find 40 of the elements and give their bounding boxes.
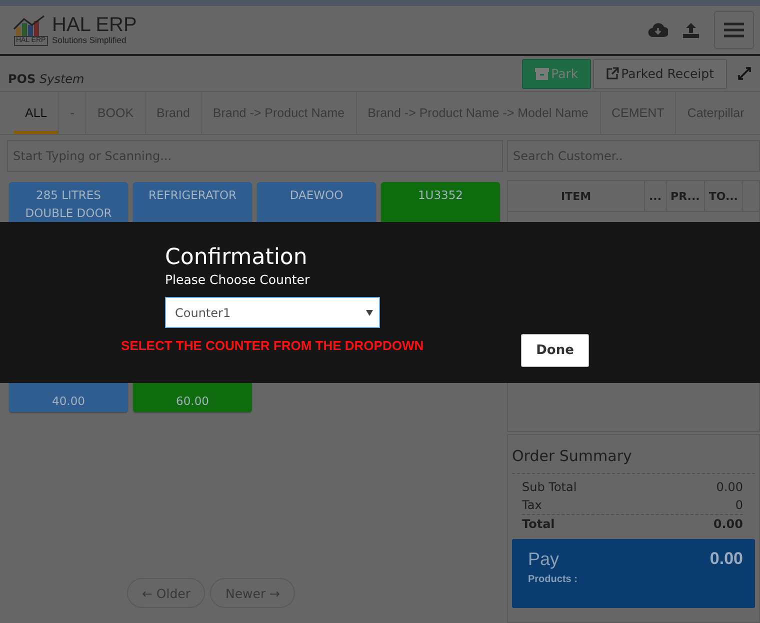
- summary-label: Total: [522, 516, 555, 533]
- parked-receipt-button[interactable]: Parked Receipt: [593, 58, 727, 88]
- pay-label: Pay: [528, 549, 560, 570]
- archive-icon: [535, 68, 550, 80]
- summary-title: Order Summary: [512, 435, 755, 474]
- logo-tagline: Solutions Simplified: [52, 35, 128, 45]
- error-message: SELECT THE COUNTER FROM THE DROPDOWN: [121, 338, 424, 353]
- menu-icon: [724, 22, 744, 38]
- cloud-download-icon[interactable]: [648, 22, 668, 38]
- pay-button[interactable]: Pay Products : 0.00: [512, 539, 755, 608]
- product-name: REFRIGERATOR: [148, 187, 236, 204]
- expand-icon[interactable]: [738, 67, 751, 80]
- menu-button[interactable]: [714, 11, 754, 49]
- logo-title: HAL ERP: [52, 15, 137, 35]
- summary-value: 0.00: [713, 516, 743, 533]
- dialog-subtitle: Please Choose Counter: [165, 272, 311, 288]
- product-price: 60.00: [176, 393, 209, 410]
- column-header[interactable]: ...: [644, 181, 666, 211]
- category-tab[interactable]: -: [58, 92, 86, 134]
- product-price: 40.00: [52, 393, 85, 410]
- page-title: POS System: [8, 72, 84, 86]
- product-name: 1U3352: [418, 187, 463, 204]
- counter-dropdown[interactable]: Counter1: [165, 297, 380, 328]
- summary-label: Tax: [522, 497, 542, 514]
- product-name: DAEWOO: [290, 187, 344, 204]
- park-button[interactable]: Park: [522, 58, 592, 88]
- summary-value: 0: [735, 497, 743, 514]
- external-link-icon: [606, 67, 620, 80]
- column-header[interactable]: PR...: [666, 181, 704, 211]
- pay-amount: 0.00: [710, 549, 743, 570]
- product-name: 285 LITRES DOUBLE DOOR: [24, 187, 113, 222]
- done-button[interactable]: Done: [521, 334, 589, 367]
- summary-value: 0.00: [716, 479, 743, 496]
- column-header[interactable]: TO...: [704, 181, 742, 211]
- category-tab[interactable]: ALL: [14, 92, 58, 134]
- caret-icon: [366, 310, 373, 316]
- upload-icon[interactable]: [682, 22, 700, 38]
- column-header[interactable]: ITEM: [508, 181, 644, 211]
- products-label: Products :: [528, 574, 578, 585]
- summary-label: Sub Total: [522, 479, 577, 496]
